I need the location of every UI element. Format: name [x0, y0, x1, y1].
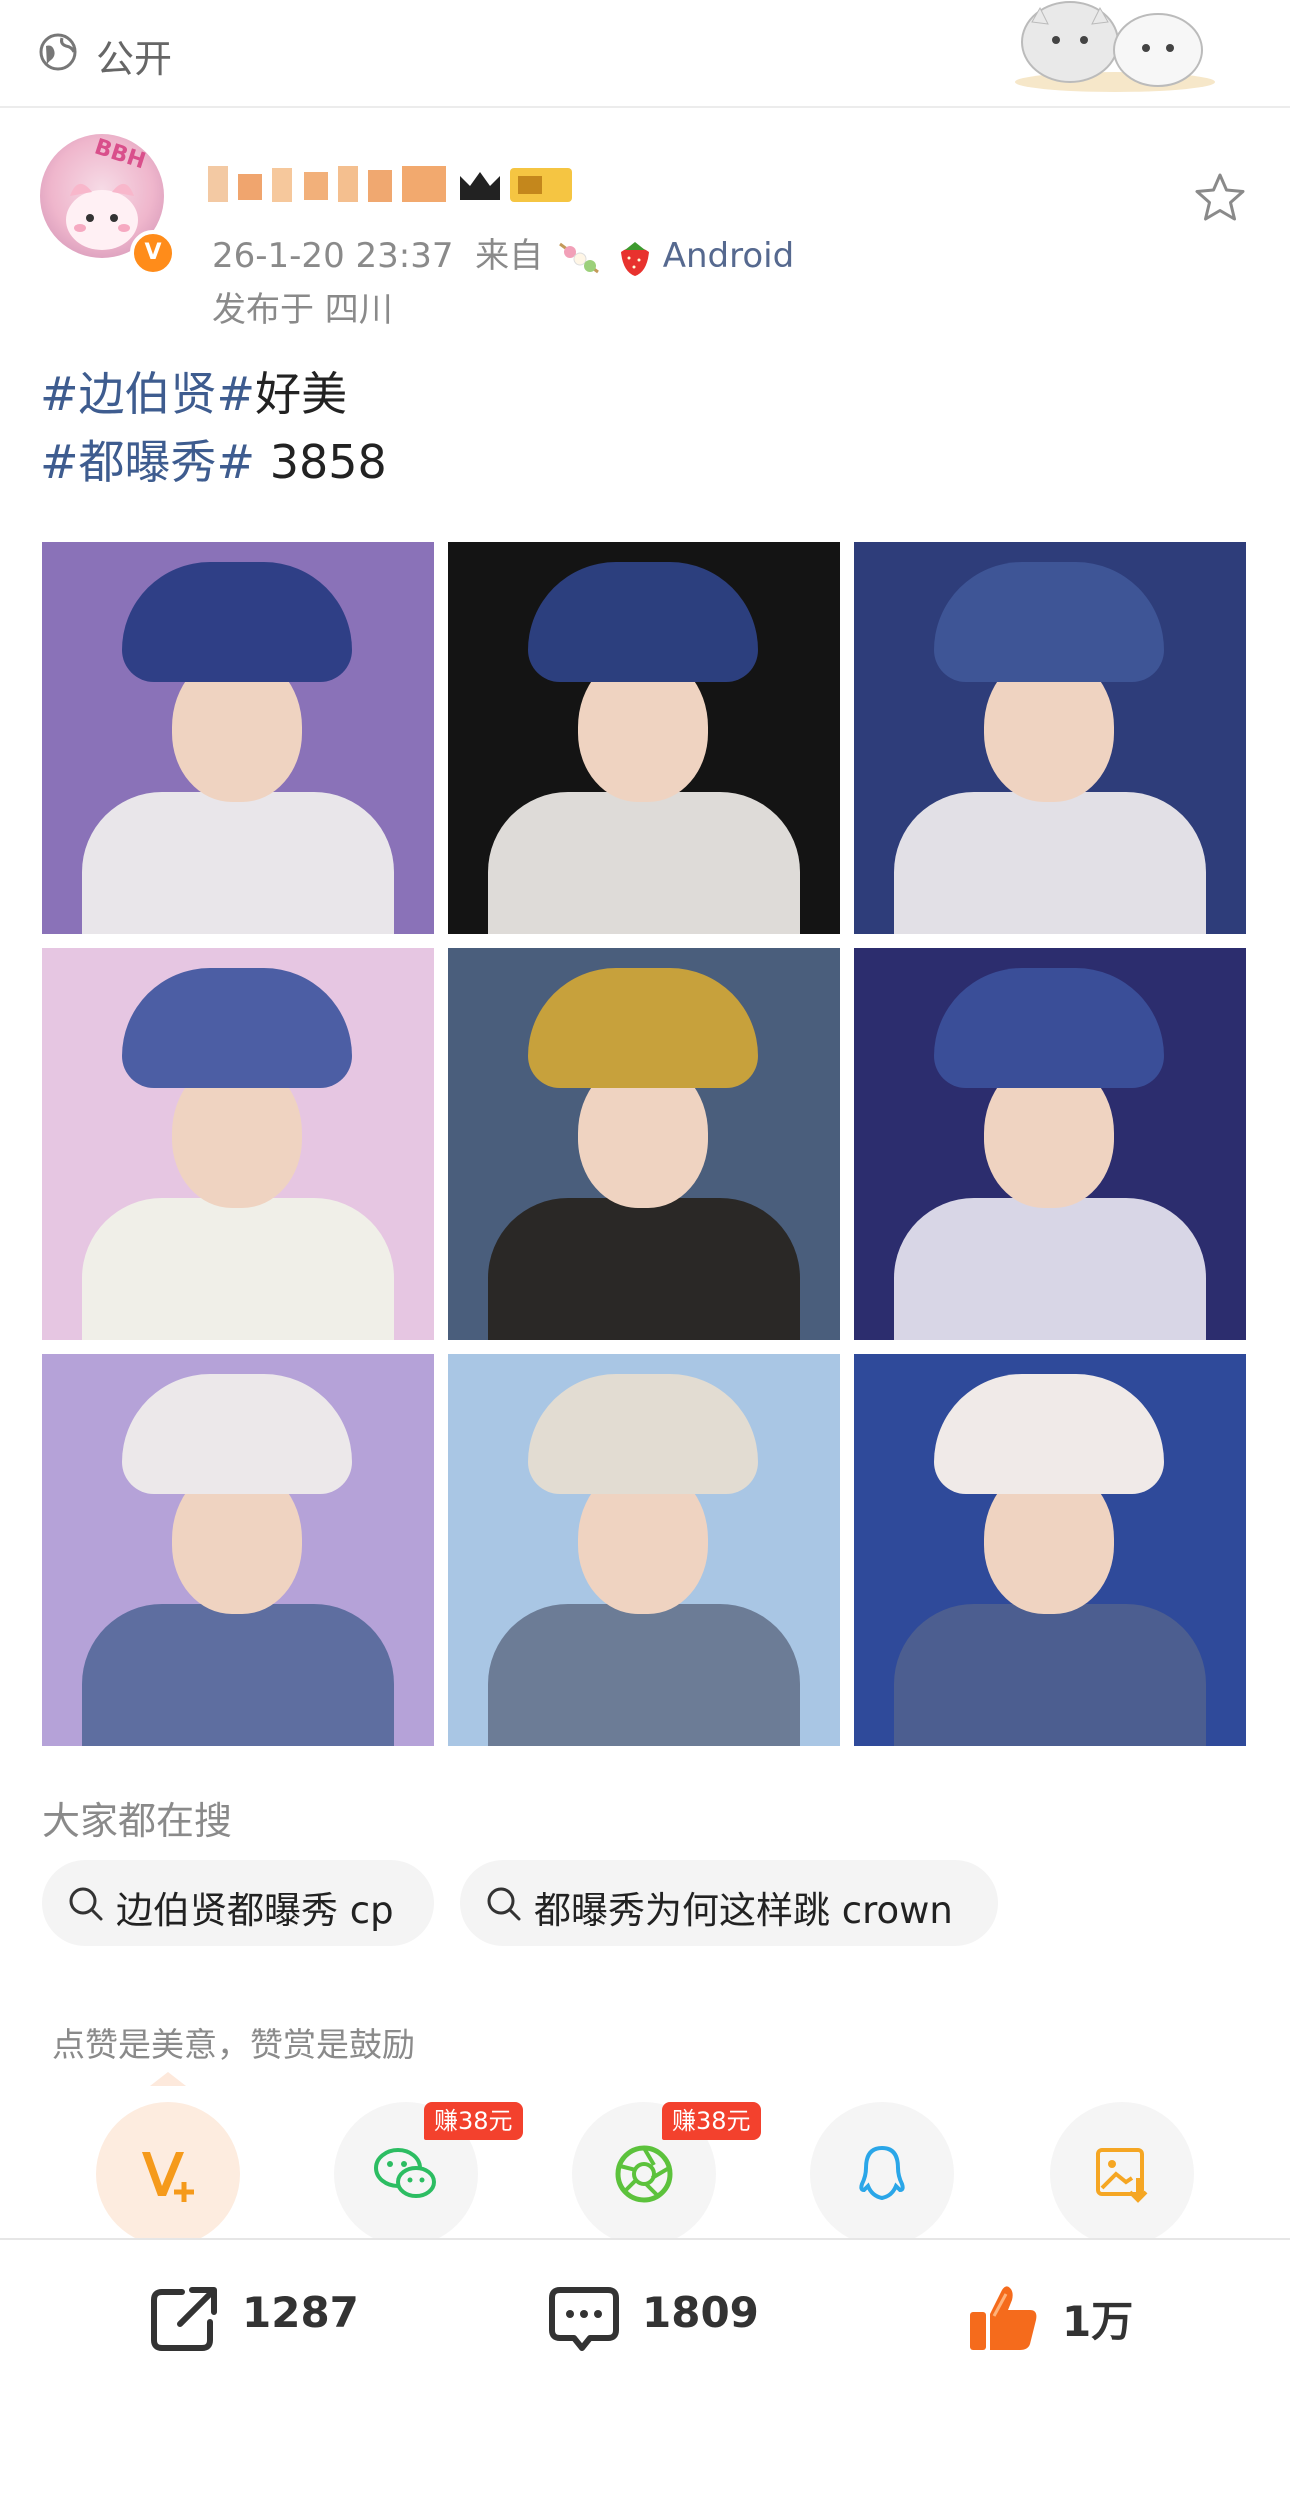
- action-bar: 1287 1809 1万: [0, 2238, 1290, 2501]
- reward-caret: [150, 2072, 186, 2086]
- vplus-icon: [142, 2152, 194, 2202]
- photo-figure-hat: [934, 1374, 1164, 1494]
- username-blurred[interactable]: [208, 160, 598, 206]
- cat-stickers: [1015, 1, 1215, 92]
- photo-figure-hat: [934, 562, 1164, 682]
- wechat-icon: [374, 2148, 436, 2198]
- trending-chip-1[interactable]: 边伯贤都曝秀 cp: [42, 1860, 434, 1946]
- visibility-label: 公开: [96, 37, 173, 81]
- photo-figure-hat: [528, 562, 758, 682]
- photo-7[interactable]: [42, 1354, 434, 1746]
- earn-badge-moments: 赚38元: [662, 2102, 761, 2140]
- thumbs-up-icon: [970, 2286, 1037, 2350]
- moments-aperture-icon: [615, 2145, 673, 2203]
- photo-figure-hat: [122, 968, 352, 1088]
- photo-figure-body: [894, 1604, 1206, 1746]
- save-image-button[interactable]: [1050, 2102, 1194, 2246]
- strawberry-emoji-icon: [620, 241, 649, 276]
- photo-figure-body: [82, 792, 394, 934]
- comment-button[interactable]: 1809: [546, 2276, 766, 2356]
- photo-8[interactable]: [448, 1354, 840, 1746]
- photo-figure-body: [894, 1198, 1206, 1340]
- reward-title: 点赞是美意，赞赏是鼓励: [52, 2025, 415, 2064]
- photo-2[interactable]: [448, 542, 840, 934]
- photo-figure-body: [488, 792, 800, 934]
- favorite-star-icon[interactable]: [1192, 170, 1248, 226]
- photo-6[interactable]: [854, 948, 1246, 1340]
- repost-count: 1287: [242, 2288, 359, 2337]
- post-location: 发布于 四川: [212, 290, 393, 330]
- visibility-bar: 公开: [0, 0, 1290, 108]
- save-image-icon: [1096, 2148, 1148, 2203]
- post-text: #边伯贤#好美 #都曝秀# 3858: [40, 360, 387, 496]
- hashtag-link-2[interactable]: #都曝秀#: [40, 435, 255, 489]
- photo-figure-body: [82, 1198, 394, 1340]
- globe-icon: [39, 33, 77, 71]
- search-icon: [487, 1887, 521, 1921]
- trending-title: 大家都在搜: [42, 1799, 233, 1843]
- search-icon: [69, 1887, 103, 1921]
- photo-4[interactable]: [42, 948, 434, 1340]
- post-text-line2: 3858: [255, 435, 387, 489]
- photo-1[interactable]: [42, 542, 434, 934]
- photo-figure-body: [488, 1604, 800, 1746]
- hashtag-link-1[interactable]: #边伯贤#: [40, 367, 255, 421]
- post-timestamp: 26-1-20 23:37: [212, 236, 454, 276]
- repost-button[interactable]: 1287: [146, 2276, 366, 2356]
- photo-grid: [42, 542, 1246, 1746]
- photo-figure-body: [82, 1604, 394, 1746]
- photo-figure-hat: [122, 1374, 352, 1494]
- photo-5[interactable]: [448, 948, 840, 1340]
- earn-badge-wechat: 赚38元: [424, 2102, 523, 2140]
- trending-chip-label: 都曝秀为何这样跳 crown: [534, 1889, 953, 1932]
- photo-figure-body: [488, 1198, 800, 1340]
- verified-badge: V: [130, 230, 176, 276]
- photo-figure-body: [894, 792, 1206, 934]
- photo-figure-hat: [122, 562, 352, 682]
- trending-chip-2[interactable]: 都曝秀为何这样跳 crown: [460, 1860, 998, 1946]
- source-prefix: 来自: [475, 236, 544, 276]
- qq-share-button[interactable]: [810, 2102, 954, 2246]
- trending-chip-label: 边伯贤都曝秀 cp: [116, 1889, 394, 1932]
- photo-9[interactable]: [854, 1354, 1246, 1746]
- photo-figure-hat: [528, 968, 758, 1088]
- photo-figure-hat: [528, 1374, 758, 1494]
- source-device-link[interactable]: Android: [663, 236, 794, 276]
- post-meta: 26-1-20 23:37 来自 Android: [212, 228, 794, 278]
- skewer-emoji-icon: [559, 242, 599, 273]
- comment-icon: [549, 2287, 619, 2351]
- vplus-reward-button[interactable]: [96, 2102, 240, 2246]
- repost-icon: [151, 2287, 217, 2351]
- author-avatar[interactable]: BBH V: [40, 134, 176, 276]
- qq-icon: [859, 2145, 905, 2201]
- post-text-line1: 好美: [255, 367, 348, 421]
- comment-count: 1809: [642, 2288, 759, 2337]
- like-button[interactable]: 1万: [966, 2276, 1166, 2356]
- photo-figure-hat: [934, 968, 1164, 1088]
- photo-3[interactable]: [854, 542, 1246, 934]
- like-count: 1万: [1062, 2297, 1134, 2346]
